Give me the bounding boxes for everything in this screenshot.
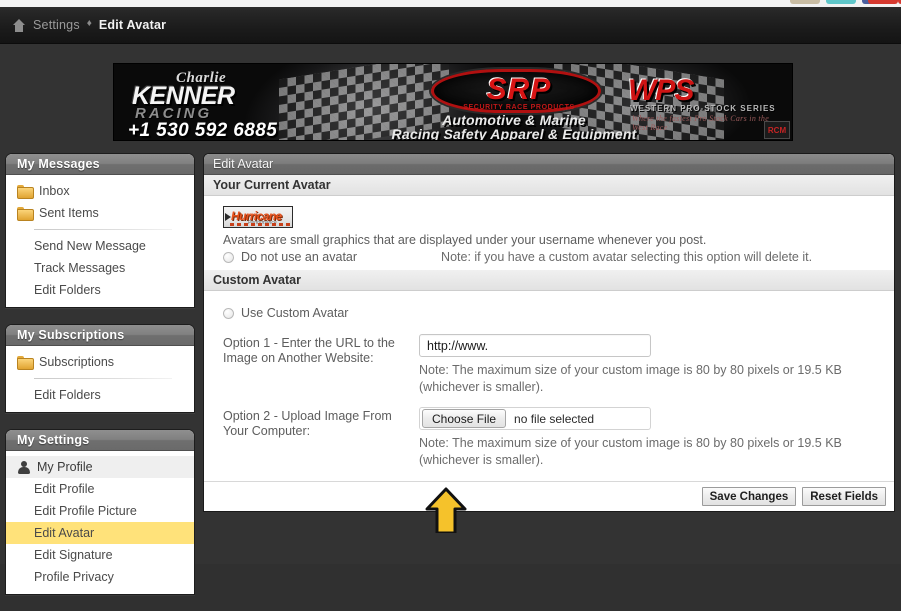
sidebar-divider (34, 229, 172, 230)
sidebar-item-label: Profile Privacy (34, 570, 114, 584)
sidebar-item-label: Edit Profile Picture (34, 504, 137, 518)
sidebar-item-label: Subscriptions (39, 355, 115, 369)
breadcrumb-separator-icon: ♦ (86, 18, 92, 29)
option-1-label: Option 1 - Enter the URL to the Image on… (223, 336, 395, 365)
sidebar-item-subscriptions[interactable]: Subscriptions (6, 351, 194, 373)
folder-icon (17, 356, 34, 370)
use-custom-avatar-row[interactable]: Use Custom Avatar (223, 306, 894, 320)
sidebar-item-edit-folders-subscriptions[interactable]: Edit Folders (6, 384, 194, 406)
avatar-url-input[interactable] (419, 334, 651, 357)
sidebar-item-profile-privacy[interactable]: Profile Privacy (6, 566, 194, 588)
sidebar-item-label: Edit Folders (34, 283, 101, 297)
option-2-note: Note: The maximum size of your custom im… (419, 436, 842, 467)
sidebar-item-edit-avatar[interactable]: Edit Avatar (6, 522, 194, 544)
wps-subtitle: WESTERN PRO-STOCK SERIES (630, 104, 776, 113)
sidebar-item-label: My Profile (37, 460, 93, 474)
sidebar-item-track-messages[interactable]: Track Messages (6, 257, 194, 279)
sidebar-item-label: Track Messages (34, 261, 126, 275)
sidebar-item-label: Sent Items (39, 206, 99, 220)
avatar-file-input[interactable]: Choose File no file selected (419, 407, 651, 430)
chrome-chip-5 (868, 0, 898, 4)
panel-title-my-settings: My Settings (6, 430, 194, 451)
sidebar-item-label: Inbox (39, 184, 70, 198)
sidebar-item-inbox[interactable]: Inbox (6, 180, 194, 202)
section-title-custom-avatar: Custom Avatar (204, 270, 894, 291)
breadcrumb-current-page: Edit Avatar (98, 18, 167, 32)
option-1-note: Note: The maximum size of your custom im… (419, 363, 842, 394)
sidebar-item-label: Send New Message (34, 239, 146, 253)
avatar-logo-bars (230, 223, 290, 226)
sidebar-item-edit-signature[interactable]: Edit Signature (6, 544, 194, 566)
chrome-chip-1 (790, 0, 820, 4)
sidebar-divider (34, 378, 172, 379)
srp-logo: SRP SECURITY RACE PRODUCTS Automotive & … (369, 66, 659, 141)
srp-subtitle: SECURITY RACE PRODUCTS (463, 104, 575, 111)
no-avatar-option-row[interactable]: Do not use an avatar Note: if you have a… (223, 250, 894, 264)
sidebar-panel-my-settings: My Settings My Profile Edit Profile Edit… (5, 429, 195, 595)
sidebar-item-send-new-message[interactable]: Send New Message (6, 235, 194, 257)
sidebar-panel-my-subscriptions: My Subscriptions Subscriptions Edit Fold… (5, 324, 195, 413)
sidebar-item-label: Edit Signature (34, 548, 113, 562)
chrome-chip-2 (826, 0, 856, 4)
no-avatar-note: Note: if you have a custom avatar select… (441, 250, 813, 264)
sidebar-item-label: Edit Avatar (34, 526, 95, 540)
sidebar-item-sent-items[interactable]: Sent Items (6, 202, 194, 224)
section-body-custom-avatar: Use Custom Avatar Option 1 - Enter the U… (204, 291, 894, 475)
folder-icon (17, 185, 34, 199)
sidebar-panel-my-messages: My Messages Inbox Sent Items Send New Me… (5, 153, 195, 308)
kenner-racing-logo: Charlie KENNER RACING +1 530 592 6885 (124, 70, 369, 141)
radio-do-not-use-avatar[interactable] (223, 251, 234, 263)
sidebar: My Messages Inbox Sent Items Send New Me… (5, 153, 195, 611)
radio-label-use-custom-avatar: Use Custom Avatar (241, 306, 349, 320)
browser-chrome-strip (0, 0, 901, 7)
folder-icon (17, 207, 34, 221)
breadcrumb-settings-link[interactable]: Settings (33, 18, 80, 32)
person-icon (17, 460, 30, 474)
wps-acronym: WPS (628, 74, 694, 107)
form-button-bar: Save Changes Reset Fields (204, 481, 894, 511)
option-1-field-group: Note: The maximum size of your custom im… (419, 334, 894, 396)
rcm-badge: RCM (764, 121, 790, 139)
kenner-phone-text: +1 530 592 6885 (128, 120, 278, 141)
section-body-current-avatar: Hurricane Performance Avatars are small … (204, 196, 894, 270)
sidebar-item-my-profile[interactable]: My Profile (6, 456, 194, 478)
current-avatar-image: Hurricane Performance (223, 206, 293, 228)
content-title: Edit Avatar (204, 154, 894, 175)
srp-tagline-2: Racing Safety Apparel & Equipment (391, 126, 637, 141)
panel-title-my-messages: My Messages (6, 154, 194, 175)
home-icon[interactable] (12, 18, 26, 32)
panel-title-my-subscriptions: My Subscriptions (6, 325, 194, 346)
choose-file-button[interactable]: Choose File (422, 409, 507, 428)
wps-tagline: Where the fastest Pro Stock Cars in the … (632, 114, 770, 132)
sidebar-item-edit-profile[interactable]: Edit Profile (6, 478, 194, 500)
option-2-row: Option 2 - Upload Image From Your Comput… (223, 407, 894, 469)
breadcrumb: Settings ♦ Edit Avatar (0, 7, 901, 44)
wps-logo: WPS WESTERN PRO-STOCK SERIES Where the f… (624, 74, 784, 136)
save-changes-button[interactable]: Save Changes (701, 487, 797, 506)
page-body: Charlie KENNER RACING +1 530 592 6885 SR… (0, 44, 901, 595)
file-selected-status: no file selected (514, 411, 595, 426)
option-1-row: Option 1 - Enter the URL to the Image on… (223, 334, 894, 396)
srp-acronym: SRP (486, 73, 552, 106)
reset-fields-button[interactable]: Reset Fields (802, 487, 886, 506)
srp-badge-shape: SRP SECURITY RACE PRODUCTS (431, 69, 601, 113)
avatar-description: Avatars are small graphics that are disp… (223, 233, 707, 247)
panel-body-my-messages: Inbox Sent Items Send New Message Track … (6, 175, 194, 307)
sidebar-item-label: Edit Folders (34, 388, 101, 402)
sidebar-item-edit-folders-messages[interactable]: Edit Folders (6, 279, 194, 301)
panel-body-my-subscriptions: Subscriptions Edit Folders (6, 346, 194, 412)
option-2-field-group: Choose File no file selected Note: The m… (419, 407, 894, 469)
sidebar-item-edit-profile-picture[interactable]: Edit Profile Picture (6, 500, 194, 522)
sidebar-item-label: Edit Profile (34, 482, 95, 496)
main-content-panel: Edit Avatar Your Current Avatar Hurrican… (203, 153, 895, 512)
site-banner-ad[interactable]: Charlie KENNER RACING +1 530 592 6885 SR… (113, 63, 793, 141)
panel-body-my-settings: My Profile Edit Profile Edit Profile Pic… (6, 451, 194, 594)
section-title-current-avatar: Your Current Avatar (204, 175, 894, 196)
radio-label-do-not-use-avatar: Do not use an avatar (241, 250, 358, 264)
radio-use-custom-avatar[interactable] (223, 307, 234, 319)
option-2-label: Option 2 - Upload Image From Your Comput… (223, 409, 392, 438)
